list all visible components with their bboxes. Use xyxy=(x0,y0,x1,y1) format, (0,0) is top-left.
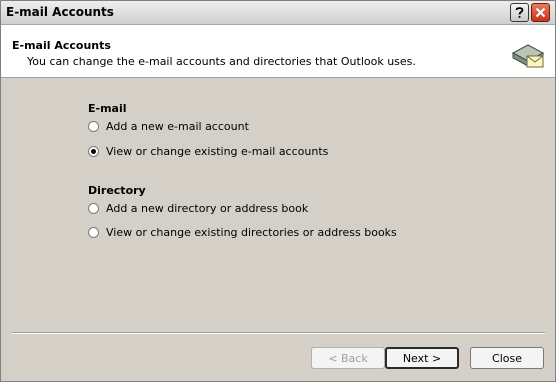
option-label: View or change existing directories or a… xyxy=(106,226,397,239)
back-button[interactable]: < Back xyxy=(311,347,385,369)
option-label: Add a new e-mail account xyxy=(106,120,249,133)
add-email-account-option[interactable]: Add a new e-mail account xyxy=(88,120,249,133)
next-button[interactable]: Next > xyxy=(385,347,459,369)
view-directories-option[interactable]: View or change existing directories or a… xyxy=(88,226,397,239)
radio-button-selected[interactable] xyxy=(88,146,99,157)
radio-button[interactable] xyxy=(88,203,99,214)
radio-button[interactable] xyxy=(88,121,99,132)
header-title: E-mail Accounts xyxy=(12,39,111,52)
option-label: Add a new directory or address book xyxy=(106,202,309,215)
email-accounts-dialog: E-mail Accounts E-mail Accounts You can … xyxy=(0,0,556,382)
close-window-button[interactable] xyxy=(531,3,550,22)
title-bar[interactable]: E-mail Accounts xyxy=(1,1,555,25)
option-label: View or change existing e-mail accounts xyxy=(106,145,329,158)
email-accounts-icon xyxy=(511,44,545,68)
close-icon xyxy=(535,7,546,18)
footer-separator xyxy=(11,332,545,334)
question-mark-icon xyxy=(515,7,524,18)
directory-group-title: Directory xyxy=(88,184,146,197)
radio-dot-icon xyxy=(91,149,96,154)
help-button[interactable] xyxy=(510,3,529,22)
header-subtitle: You can change the e-mail accounts and d… xyxy=(27,55,416,68)
header-panel: E-mail Accounts You can change the e-mai… xyxy=(1,25,555,78)
view-email-accounts-option[interactable]: View or change existing e-mail accounts xyxy=(88,145,328,158)
email-group-title: E-mail xyxy=(88,102,127,115)
radio-button[interactable] xyxy=(88,227,99,238)
close-button[interactable]: Close xyxy=(470,347,544,369)
add-directory-option[interactable]: Add a new directory or address book xyxy=(88,202,308,215)
window-title: E-mail Accounts xyxy=(6,5,114,19)
